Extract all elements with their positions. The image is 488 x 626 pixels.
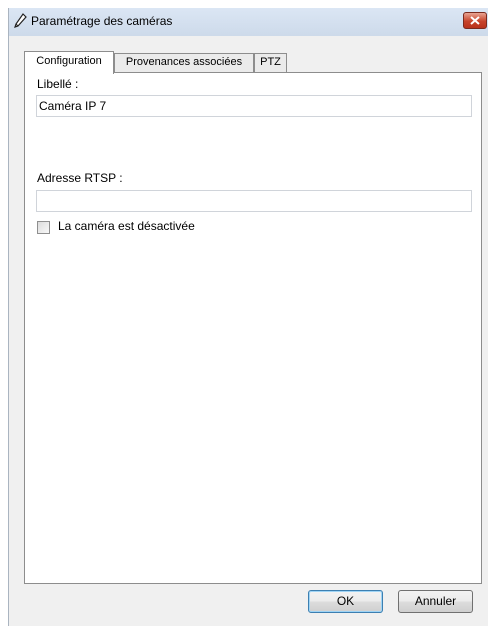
cancel-button[interactable]: Annuler — [398, 590, 473, 613]
close-button[interactable] — [463, 12, 487, 29]
tab-configuration[interactable]: Configuration — [24, 51, 114, 74]
disabled-checkbox[interactable] — [37, 221, 50, 234]
libelle-label: Libellé : — [37, 77, 79, 91]
title-bar[interactable]: Paramétrage des caméras — [9, 8, 488, 36]
pencil-icon — [13, 13, 27, 29]
ok-button[interactable]: OK — [308, 590, 383, 613]
configuration-panel: Libellé : Caméra IP 7 Adresse RTSP : La … — [24, 72, 482, 584]
settings-dialog: Paramétrage des caméras Configuration Pr… — [8, 8, 488, 626]
tab-label: Configuration — [36, 55, 102, 67]
rtsp-input[interactable] — [36, 190, 472, 212]
close-icon — [464, 16, 486, 25]
libelle-input[interactable]: Caméra IP 7 — [36, 95, 472, 117]
tab-ptz[interactable]: PTZ — [254, 53, 287, 72]
tab-provenances-associees[interactable]: Provenances associées — [114, 53, 254, 72]
tab-label: Provenances associées — [125, 56, 243, 68]
ok-button-label: OK — [336, 594, 355, 608]
rtsp-label: Adresse RTSP : — [37, 171, 123, 185]
window-title: Paramétrage des caméras — [31, 14, 173, 28]
disabled-checkbox-label[interactable]: La caméra est désactivée — [58, 219, 195, 233]
cancel-button-label: Annuler — [414, 594, 457, 608]
tab-label: PTZ — [260, 56, 281, 68]
